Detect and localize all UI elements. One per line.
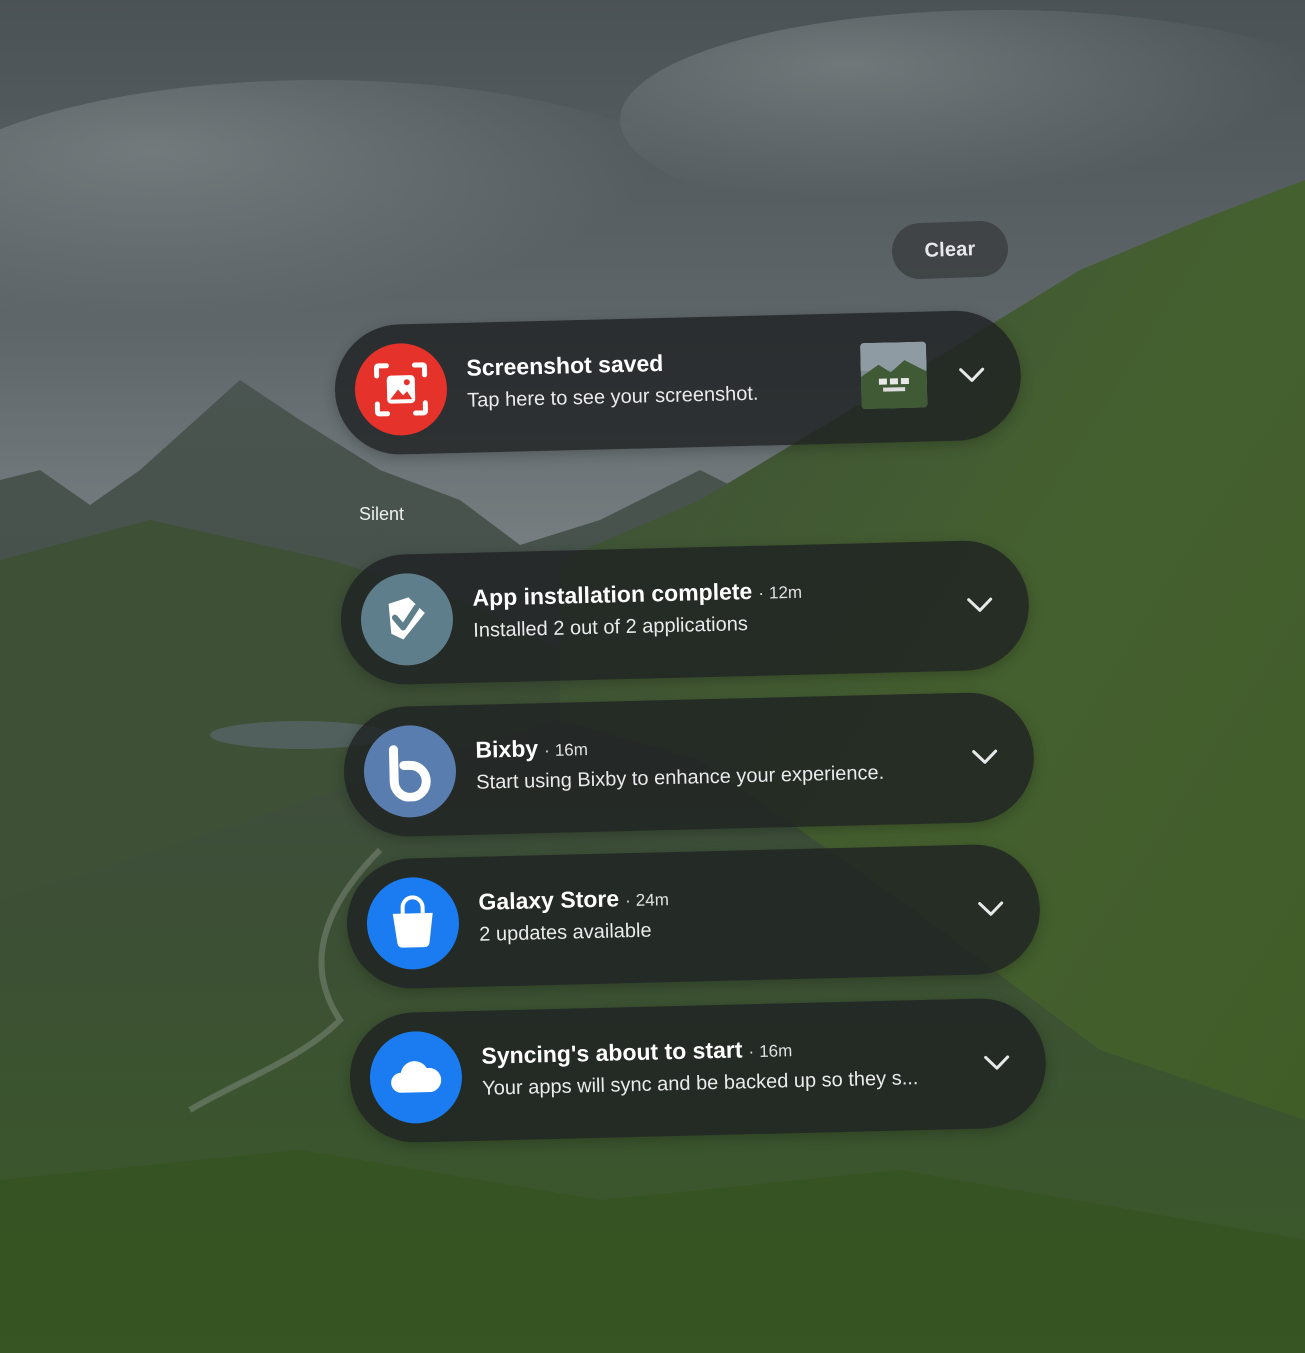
notification-app-installation[interactable]: App installation complete · 12m Installe… <box>339 539 1031 686</box>
notification-time: 16m <box>758 1041 793 1061</box>
notification-sync[interactable]: Syncing's about to start · 16m Your apps… <box>348 997 1048 1144</box>
notification-body: 2 updates available <box>479 919 652 946</box>
silent-section-label: Silent <box>359 504 405 524</box>
expand-chevron-icon[interactable] <box>964 590 995 621</box>
screenshot-icon <box>353 342 449 437</box>
screenshot-thumbnail[interactable] <box>859 341 928 410</box>
notification-title: Syncing's about to start <box>481 1036 743 1069</box>
expand-chevron-icon[interactable] <box>975 894 1006 925</box>
expand-chevron-icon[interactable] <box>956 360 987 391</box>
galaxy-store-icon <box>365 876 461 971</box>
notification-screenshot-saved[interactable]: Screenshot saved Tap here to see your sc… <box>333 309 1023 456</box>
notification-time: 24m <box>635 890 670 910</box>
notification-body: Installed 2 out of 2 applications <box>473 613 749 642</box>
notification-title: Bixby <box>475 735 539 763</box>
clear-button[interactable]: Clear <box>891 219 1009 281</box>
notification-body: Tap here to see your screenshot. <box>467 382 759 412</box>
notification-time: 12m <box>768 582 803 603</box>
notification-galaxy-store[interactable]: Galaxy Store · 24m 2 updates available <box>345 843 1042 990</box>
notification-title: Galaxy Store <box>478 885 620 915</box>
notification-body: Start using Bixby to enhance your experi… <box>476 761 885 794</box>
notification-body: Your apps will sync and be backed up so … <box>482 1067 919 1100</box>
expand-chevron-icon[interactable] <box>969 742 1000 773</box>
notification-time: 16m <box>554 740 589 760</box>
package-installer-icon <box>359 572 455 667</box>
expand-chevron-icon[interactable] <box>981 1048 1012 1079</box>
notification-title: App installation complete <box>472 577 753 611</box>
notification-bixby[interactable]: Bixby · 16m Start using Bixby to enhance… <box>342 691 1036 838</box>
cloud-sync-icon <box>368 1030 464 1125</box>
notification-title: Screenshot saved <box>466 349 664 381</box>
bixby-icon <box>362 724 458 819</box>
